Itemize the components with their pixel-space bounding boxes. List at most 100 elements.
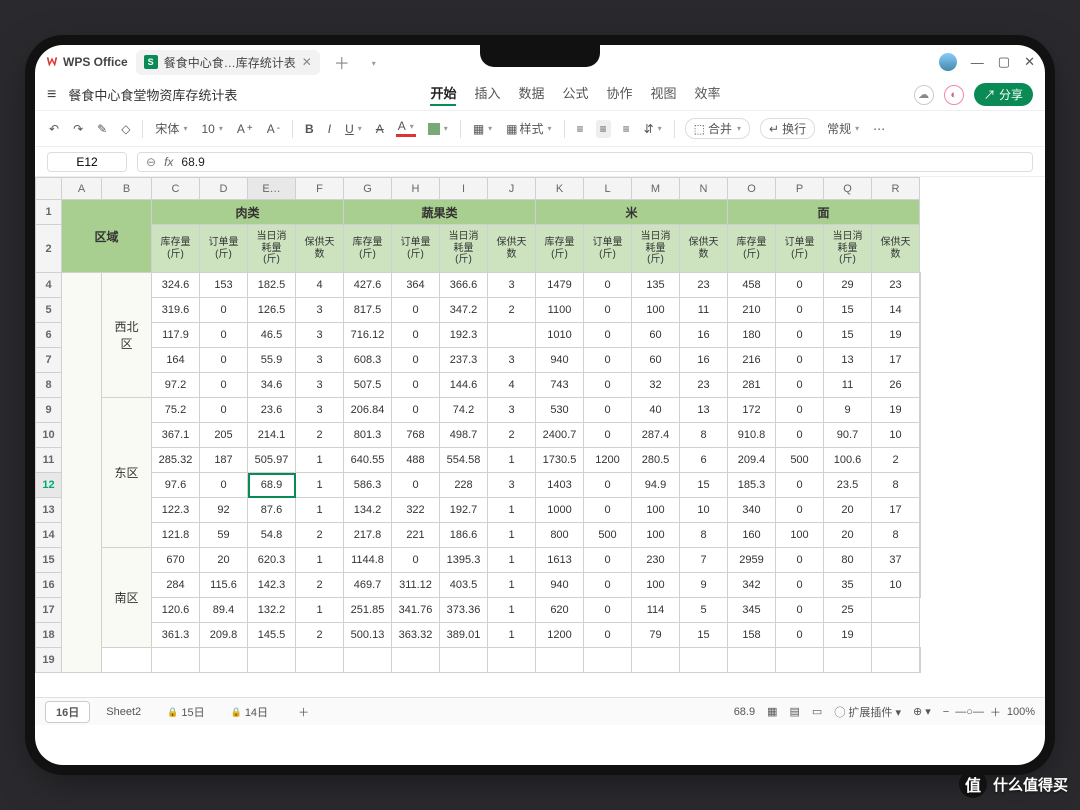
cell[interactable]: 206.84 — [344, 398, 392, 423]
cell[interactable]: 251.85 — [344, 598, 392, 623]
cell[interactable]: 768 — [392, 423, 440, 448]
cell[interactable]: 13 — [680, 398, 728, 423]
view-grid-icon[interactable]: ▦ — [767, 705, 777, 718]
cell[interactable]: 23 — [680, 373, 728, 398]
cell[interactable]: 26 — [872, 373, 920, 398]
cell[interactable] — [920, 348, 921, 373]
cell[interactable] — [920, 573, 921, 598]
cell[interactable]: 1200 — [584, 448, 632, 473]
search-icon[interactable]: ⊖ — [146, 155, 156, 169]
cell[interactable] — [488, 648, 536, 673]
cell[interactable]: 20 — [824, 498, 872, 523]
cell[interactable]: 35 — [824, 573, 872, 598]
col-header[interactable]: B — [102, 178, 152, 200]
cell[interactable]: 817.5 — [344, 298, 392, 323]
cell[interactable]: 217.8 — [344, 523, 392, 548]
cell[interactable]: 940 — [536, 348, 584, 373]
cell[interactable]: 0 — [584, 498, 632, 523]
cell[interactable]: 287.4 — [632, 423, 680, 448]
cell[interactable]: 0 — [200, 323, 248, 348]
cell[interactable]: 25 — [824, 598, 872, 623]
menu-3[interactable]: 公式 — [562, 83, 588, 106]
cell[interactable]: 366.6 — [440, 273, 488, 298]
cell[interactable]: 280.5 — [632, 448, 680, 473]
cell[interactable]: 2 — [872, 448, 920, 473]
cell[interactable] — [680, 648, 728, 673]
maximize-icon[interactable]: ▢ — [998, 54, 1010, 70]
cell[interactable]: 0 — [584, 623, 632, 648]
cell[interactable]: 342 — [728, 573, 776, 598]
cell[interactable]: 32 — [632, 373, 680, 398]
row-header[interactable]: 13 — [36, 498, 62, 523]
cell[interactable]: 319.6 — [152, 298, 200, 323]
decrease-font-icon[interactable]: A- — [265, 120, 282, 138]
cell[interactable]: 6 — [680, 448, 728, 473]
category-header[interactable]: 米 — [536, 200, 728, 225]
undo-icon[interactable]: ↶ — [47, 120, 61, 138]
category-header[interactable]: 面 — [728, 200, 920, 225]
strikethrough-icon[interactable]: A — [374, 120, 386, 138]
cell[interactable]: 164 — [152, 348, 200, 373]
merge-button[interactable]: ⬚ 合并 — [685, 118, 750, 139]
cell[interactable]: 135 — [632, 273, 680, 298]
cell[interactable]: 0 — [392, 398, 440, 423]
formula-input[interactable]: ⊖ fx 68.9 — [137, 152, 1033, 172]
cell[interactable] — [920, 398, 921, 423]
fill-color-icon[interactable] — [426, 121, 450, 137]
sub-header[interactable]: 保供天数 — [488, 225, 536, 273]
cell[interactable]: 185.3 — [728, 473, 776, 498]
cell[interactable]: 54.8 — [248, 523, 296, 548]
cell[interactable]: 345 — [728, 598, 776, 623]
cell[interactable]: 145.5 — [248, 623, 296, 648]
cell[interactable]: 19 — [872, 398, 920, 423]
cell[interactable]: 0 — [584, 398, 632, 423]
cell[interactable]: 20 — [824, 523, 872, 548]
cell[interactable]: 46.5 — [248, 323, 296, 348]
close-window-icon[interactable]: ✕ — [1024, 54, 1035, 70]
cell[interactable]: 1 — [488, 548, 536, 573]
cell[interactable]: 0 — [776, 548, 824, 573]
cell[interactable]: 5 — [680, 598, 728, 623]
cell[interactable]: 230 — [632, 548, 680, 573]
cell[interactable]: 192.7 — [440, 498, 488, 523]
cell[interactable]: 3 — [296, 348, 344, 373]
new-tab-button[interactable]: ＋ — [328, 50, 356, 74]
cell[interactable]: 8 — [680, 523, 728, 548]
cell[interactable]: 142.3 — [248, 573, 296, 598]
row-header[interactable]: 12 — [36, 473, 62, 498]
cell[interactable]: 29 — [824, 273, 872, 298]
clear-format-icon[interactable]: ◇ — [119, 120, 132, 138]
cell[interactable]: 0 — [392, 348, 440, 373]
cell[interactable]: 8 — [872, 523, 920, 548]
cell[interactable]: 364 — [392, 273, 440, 298]
cell[interactable]: 80 — [824, 548, 872, 573]
cell[interactable]: 132.2 — [248, 598, 296, 623]
sheet-tab-1[interactable]: Sheet2 — [96, 701, 151, 723]
user-avatar[interactable] — [939, 53, 957, 71]
cell[interactable]: 15 — [680, 623, 728, 648]
sheet-tab-2[interactable]: 15日 — [157, 701, 214, 723]
cell[interactable]: 2400.7 — [536, 423, 584, 448]
cell[interactable]: 3 — [488, 348, 536, 373]
cell[interactable]: 2 — [296, 523, 344, 548]
cell[interactable]: 0 — [200, 373, 248, 398]
col-header[interactable]: N — [680, 178, 728, 200]
sheet-tab-3[interactable]: 14日 — [221, 701, 278, 723]
cell[interactable]: 940 — [536, 573, 584, 598]
cell[interactable]: 1479 — [536, 273, 584, 298]
cell[interactable]: 500 — [776, 448, 824, 473]
share-button[interactable]: ↗ 分享 — [974, 83, 1033, 106]
font-select[interactable]: 宋体 — [153, 118, 189, 139]
cell[interactable] — [872, 623, 920, 648]
cell[interactable]: 172 — [728, 398, 776, 423]
cell[interactable] — [920, 473, 921, 498]
col-header[interactable]: C — [152, 178, 200, 200]
cell[interactable]: 9 — [680, 573, 728, 598]
cell[interactable]: 209.8 — [200, 623, 248, 648]
cell[interactable]: 389.01 — [440, 623, 488, 648]
cell[interactable]: 160 — [728, 523, 776, 548]
cell[interactable]: 216 — [728, 348, 776, 373]
cell[interactable]: 144.6 — [440, 373, 488, 398]
region-header[interactable]: 区域 — [62, 200, 152, 273]
cell[interactable] — [920, 373, 921, 398]
